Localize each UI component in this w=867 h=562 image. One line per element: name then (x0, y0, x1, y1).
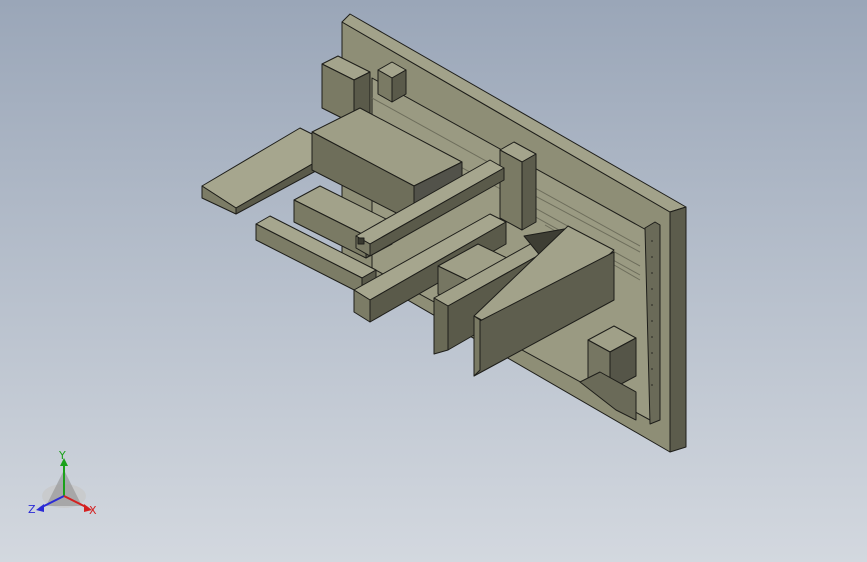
u-bracket-front-edge (473, 315, 481, 377)
x-axis-label: X (89, 504, 97, 517)
orientation-triad[interactable]: Y Z X (26, 450, 106, 522)
3d-model-view[interactable] (0, 0, 867, 562)
back-plate-side-edge (669, 206, 687, 453)
top-center-block[interactable] (377, 61, 407, 103)
y-axis-label: Y (59, 449, 66, 462)
graphics-viewport[interactable]: Y Z X (0, 0, 867, 562)
divider-post[interactable] (499, 141, 537, 231)
z-axis-label: Z (28, 503, 36, 516)
